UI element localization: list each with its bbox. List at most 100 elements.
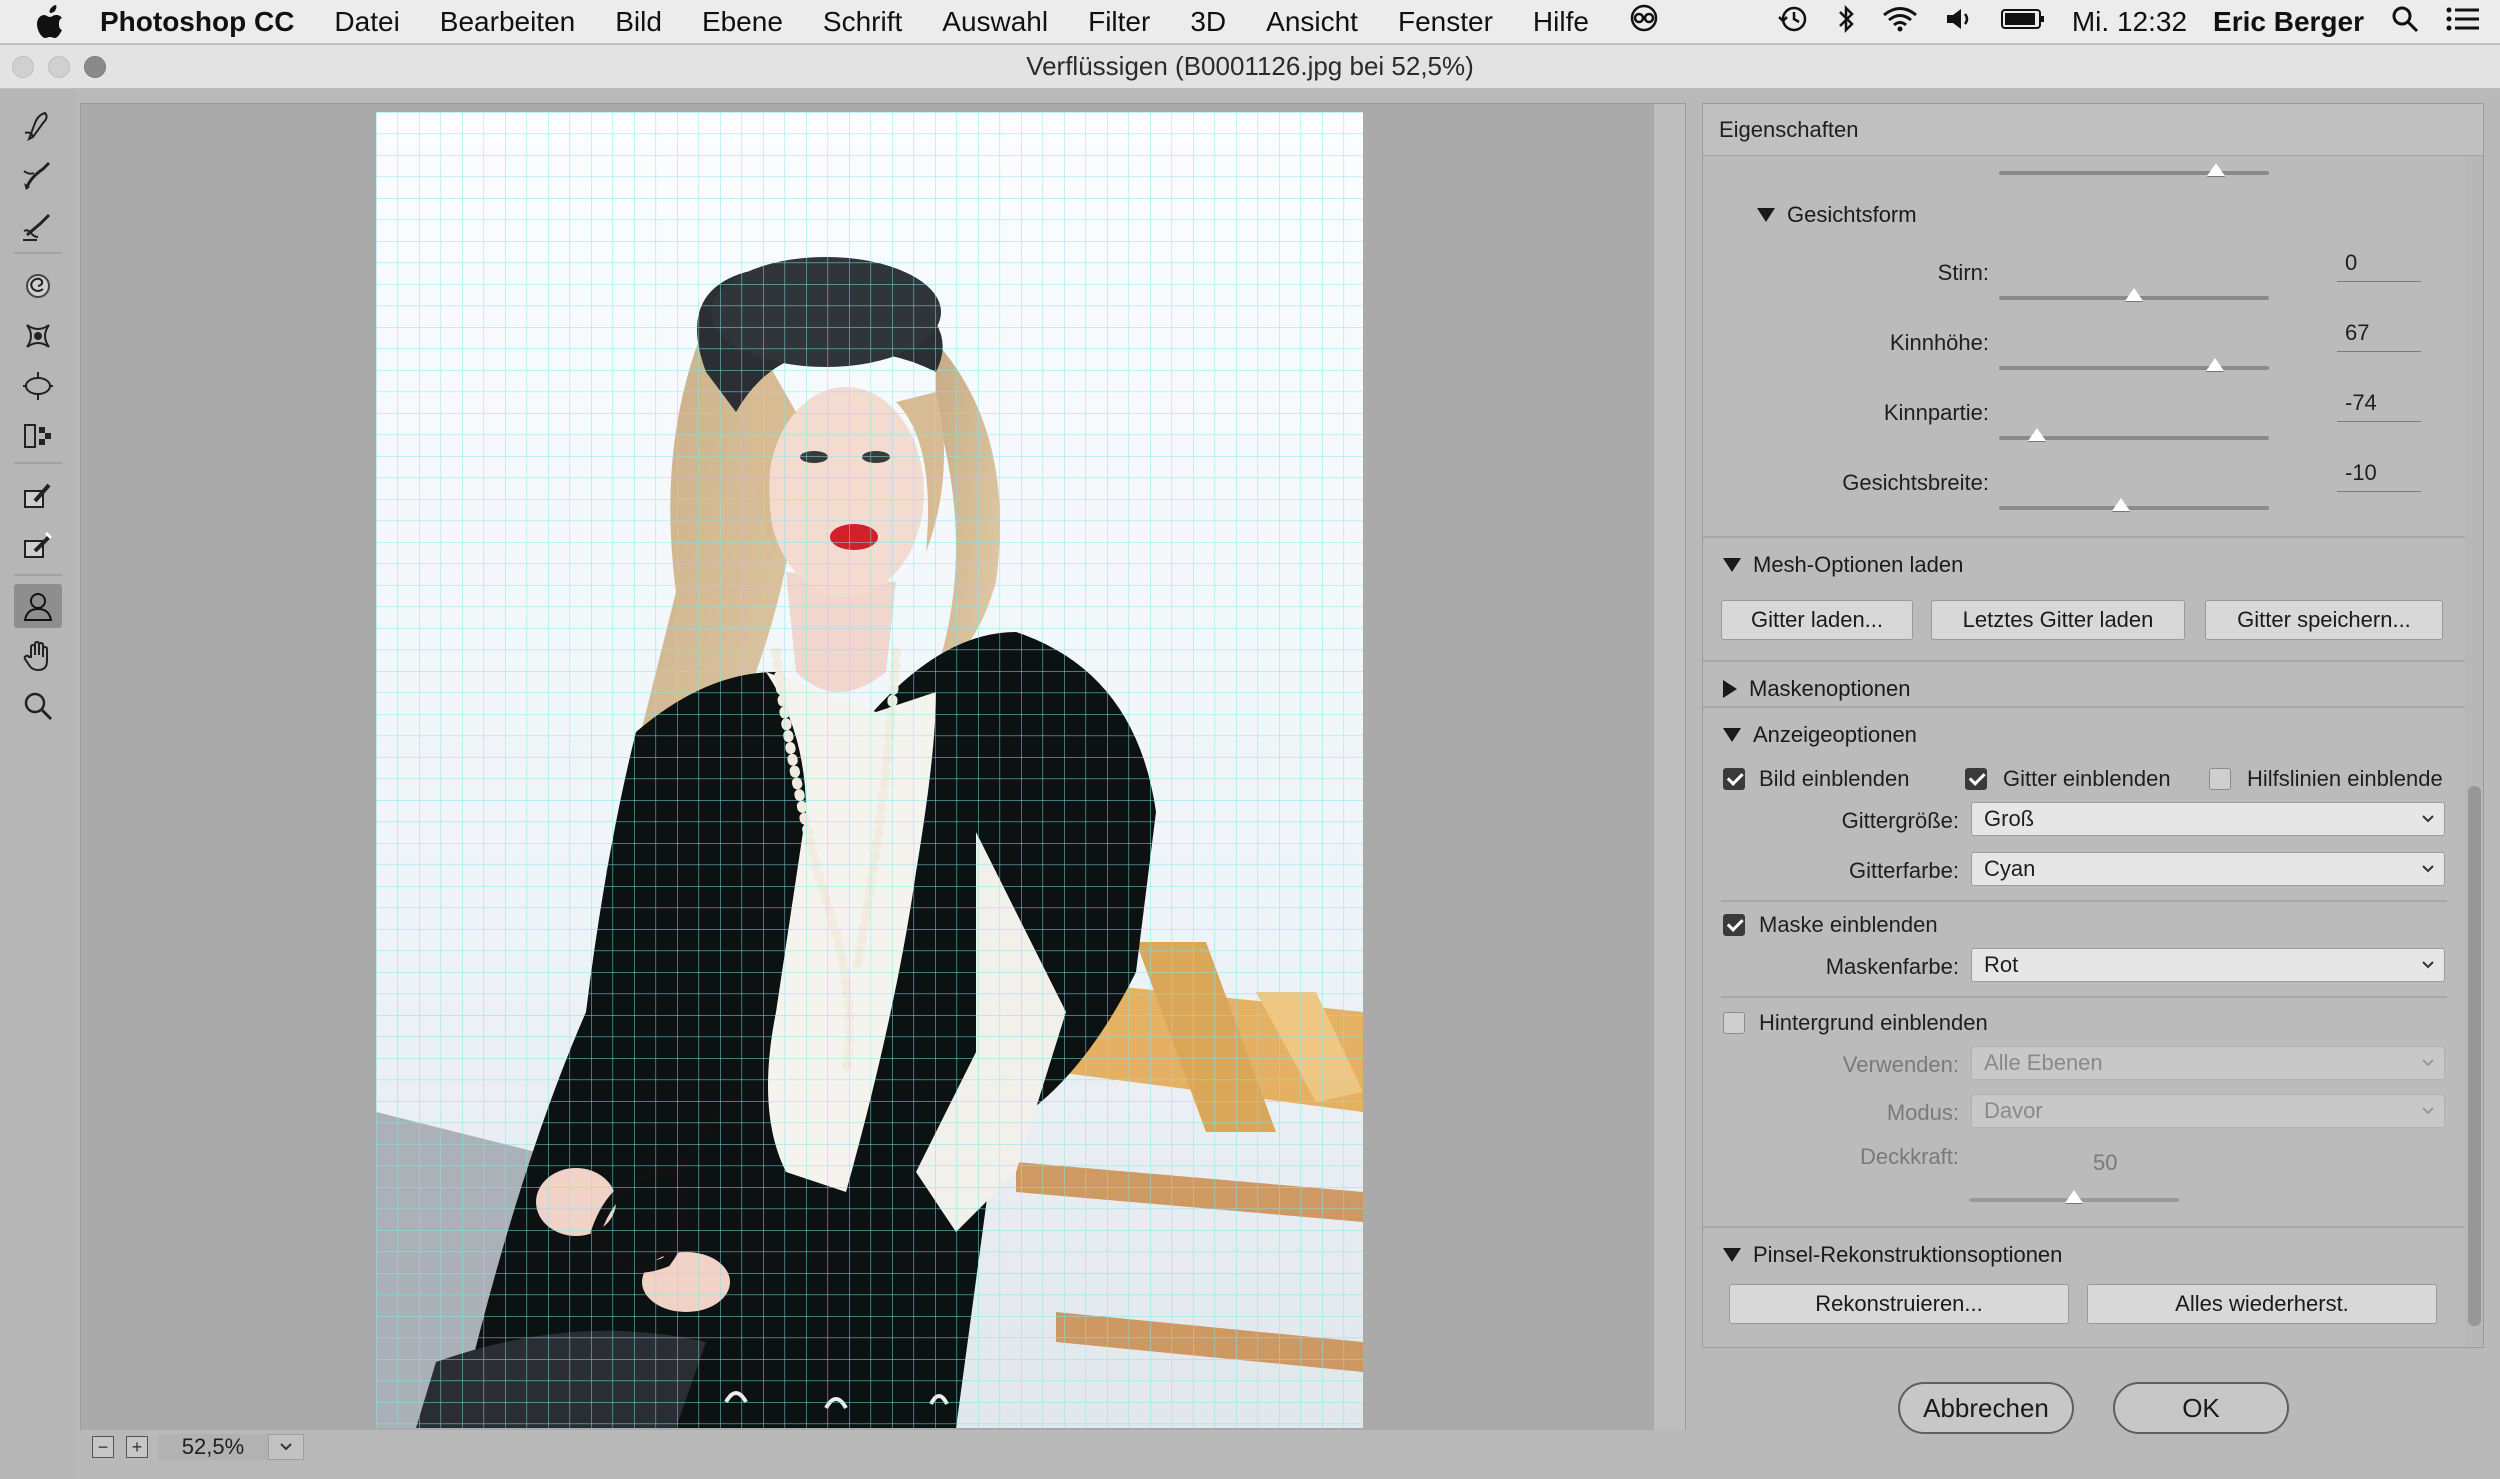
zoom-level-field[interactable]: 52,5% xyxy=(158,1434,268,1460)
preview-canvas[interactable] xyxy=(81,104,1654,1430)
slider-track-kinnhoehe[interactable] xyxy=(1999,366,2269,370)
zoom-tool-icon[interactable] xyxy=(14,684,62,728)
smooth-tool-icon[interactable] xyxy=(14,204,62,248)
twirl-tool-icon[interactable] xyxy=(14,264,62,308)
section-title: Anzeigeoptionen xyxy=(1753,722,1917,747)
chevron-down-icon xyxy=(2422,865,2434,873)
slider-track[interactable] xyxy=(1999,171,2269,175)
wifi-icon[interactable] xyxy=(1882,5,1918,39)
section-brush-reconstruct[interactable]: Pinsel-Rekonstruktionsoptionen xyxy=(1723,1242,2062,1268)
mesh-color-select[interactable]: Cyan xyxy=(1971,852,2445,886)
slider-thumb-kinnpartie[interactable] xyxy=(2027,428,2046,441)
show-mesh-label: Gitter einblenden xyxy=(2003,766,2171,791)
opacity-slider-thumb[interactable] xyxy=(2065,1190,2083,1203)
cancel-button[interactable]: Abbrechen xyxy=(1898,1382,2074,1434)
mesh-size-label: Gittergröße: xyxy=(1841,808,1959,833)
mode-value: Davor xyxy=(1984,1098,2043,1123)
zoom-out-button[interactable]: − xyxy=(92,1436,114,1458)
panel-scrollbar[interactable] xyxy=(2465,156,2483,1346)
close-window-button[interactable] xyxy=(12,56,34,78)
notification-center-icon[interactable] xyxy=(2446,6,2480,38)
menu-auswahl[interactable]: Auswahl xyxy=(922,6,1068,38)
canvas-vertical-scrollbar[interactable] xyxy=(1653,104,1685,1430)
volume-icon[interactable] xyxy=(1944,5,1974,39)
menu-bild[interactable]: Bild xyxy=(595,6,682,38)
panel-scrollbar-thumb[interactable] xyxy=(2468,786,2481,1326)
reconstruct-tool-icon[interactable] xyxy=(14,154,62,198)
use-value: Alle Ebenen xyxy=(1984,1050,2103,1075)
forward-warp-tool-icon[interactable] xyxy=(14,104,62,148)
zoom-window-button[interactable] xyxy=(84,56,106,78)
mesh-size-value: Groß xyxy=(1984,806,2035,831)
section-title: Maskenoptionen xyxy=(1749,676,1911,701)
load-mesh-button[interactable]: Gitter laden... xyxy=(1721,600,1913,640)
slider-value-stirn[interactable]: 0 xyxy=(2337,248,2421,282)
section-divider xyxy=(1703,706,2465,708)
menu-hilfe[interactable]: Hilfe xyxy=(1513,6,1609,38)
clock[interactable]: Mi. 12:32 xyxy=(2072,6,2187,38)
mesh-color-value: Cyan xyxy=(1984,856,2036,881)
mode-select[interactable]: Davor xyxy=(1971,1094,2445,1128)
slider-thumb-gesichtsbreite[interactable] xyxy=(2111,498,2130,511)
zoom-in-button[interactable]: + xyxy=(126,1436,148,1458)
menu-fenster[interactable]: Fenster xyxy=(1378,6,1513,38)
apple-menu-icon[interactable] xyxy=(0,4,100,39)
show-mesh-checkbox[interactable] xyxy=(1965,768,1987,790)
freeze-mask-tool-icon[interactable] xyxy=(14,474,62,518)
slider-thumb-kinnhoehe[interactable] xyxy=(2206,358,2224,371)
load-last-mesh-button[interactable]: Letztes Gitter laden xyxy=(1931,600,2185,640)
restore-all-button[interactable]: Alles wiederherst. xyxy=(2087,1284,2437,1324)
minimize-window-button[interactable] xyxy=(48,56,70,78)
time-machine-icon[interactable] xyxy=(1776,4,1810,40)
preview-canvas-area xyxy=(80,103,1686,1430)
use-select[interactable]: Alle Ebenen xyxy=(1971,1046,2445,1080)
show-guides-checkbox[interactable] xyxy=(2209,768,2231,790)
slider-value-kinnpartie[interactable]: -74 xyxy=(2337,388,2421,422)
menu-3d[interactable]: 3D xyxy=(1170,6,1246,38)
slider-thumb[interactable] xyxy=(2207,163,2225,176)
menu-bearbeiten[interactable]: Bearbeiten xyxy=(420,6,595,38)
section-divider xyxy=(1721,996,2447,998)
menu-filter[interactable]: Filter xyxy=(1068,6,1170,38)
spotlight-search-icon[interactable] xyxy=(2390,4,2420,40)
preview-image[interactable] xyxy=(376,112,1363,1428)
slider-track-gesichtsbreite[interactable] xyxy=(1999,506,2269,510)
ok-button[interactable]: OK xyxy=(2113,1382,2289,1434)
slider-value-kinnhoehe[interactable]: 67 xyxy=(2337,318,2421,352)
zoom-dropdown-icon[interactable] xyxy=(268,1434,304,1460)
user-name[interactable]: Eric Berger xyxy=(2213,6,2364,38)
creative-cloud-icon[interactable] xyxy=(1609,3,1679,40)
thaw-mask-tool-icon[interactable] xyxy=(14,524,62,568)
face-tool-icon[interactable] xyxy=(14,584,62,628)
reconstruct-button[interactable]: Rekonstruieren... xyxy=(1729,1284,2069,1324)
slider-label-gesichtsbreite: Gesichtsbreite: xyxy=(1842,470,1989,495)
menu-app-name[interactable]: Photoshop CC xyxy=(100,6,314,38)
menu-schrift[interactable]: Schrift xyxy=(803,6,922,38)
mesh-size-select[interactable]: Groß xyxy=(1971,802,2445,836)
push-left-tool-icon[interactable] xyxy=(14,414,62,458)
slider-label-kinnpartie: Kinnpartie: xyxy=(1883,400,1989,425)
slider-thumb-stirn[interactable] xyxy=(2125,288,2143,301)
battery-icon[interactable] xyxy=(2000,7,2046,37)
pucker-tool-icon[interactable] xyxy=(14,314,62,358)
hand-tool-icon[interactable] xyxy=(14,634,62,678)
section-display-options[interactable]: Anzeigeoptionen xyxy=(1723,722,1917,748)
show-mask-checkbox[interactable] xyxy=(1723,914,1745,936)
save-mesh-button[interactable]: Gitter speichern... xyxy=(2205,600,2443,640)
bluetooth-icon[interactable] xyxy=(1836,4,1856,40)
mesh-color-label: Gitterfarbe: xyxy=(1848,858,1959,883)
section-divider xyxy=(1703,660,2465,662)
show-backdrop-checkbox[interactable] xyxy=(1723,1012,1745,1034)
menu-datei[interactable]: Datei xyxy=(314,6,419,38)
section-face-shape[interactable]: Gesichtsform xyxy=(1757,202,1917,228)
opacity-value[interactable]: 50 xyxy=(2093,1150,2117,1176)
window-titlebar: Verflüssigen (B0001126.jpg bei 52,5%) xyxy=(0,45,2500,89)
show-image-checkbox[interactable] xyxy=(1723,768,1745,790)
section-mask-options[interactable]: Maskenoptionen xyxy=(1723,676,1910,702)
section-mesh-options[interactable]: Mesh-Optionen laden xyxy=(1723,552,1963,578)
mask-color-select[interactable]: Rot xyxy=(1971,948,2445,982)
menu-ansicht[interactable]: Ansicht xyxy=(1246,6,1378,38)
bloat-tool-icon[interactable] xyxy=(14,364,62,408)
menu-ebene[interactable]: Ebene xyxy=(682,6,803,38)
slider-value-gesichtsbreite[interactable]: -10 xyxy=(2337,458,2421,492)
